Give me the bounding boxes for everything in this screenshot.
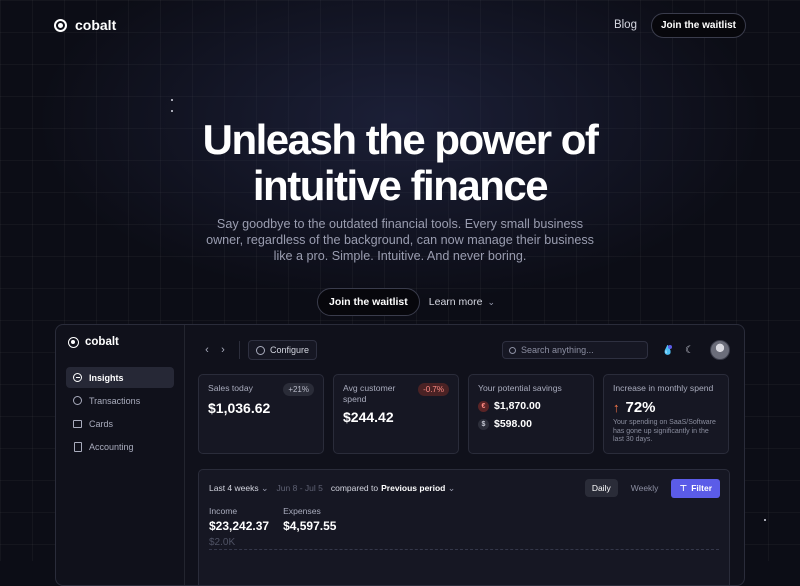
hero-title-line-1: Unleash the power of xyxy=(202,116,599,163)
sidebar-item-label: Transactions xyxy=(89,395,141,406)
back-arrow-icon[interactable]: ‹ xyxy=(199,344,215,356)
income-stat: Income $23,242.37 xyxy=(209,506,269,533)
date-range: Jun 8 - Jul 5 xyxy=(276,483,323,493)
sidebar-nav: Insights Transactions Cards Accounting xyxy=(66,367,174,459)
hero-subtitle: Say goodbye to the outdated financial to… xyxy=(206,217,594,263)
chart-gridline xyxy=(209,549,719,550)
card-label: Increase in monthly spend xyxy=(613,383,714,393)
card-value: $1,036.62 xyxy=(208,400,271,416)
app-preview-window: cobalt Insights Transactions Cards Accou… xyxy=(55,324,745,586)
card-note: Your spending on SaaS/Software has gone … xyxy=(613,419,716,443)
increase-value-row: ↑ 72% xyxy=(613,399,719,416)
income-expenses-panel: Last 4 weeks ⌄ Jun 8 - Jul 5 compared to… xyxy=(198,469,730,585)
app-brand-name: cobalt xyxy=(85,336,119,348)
configure-label: Configure xyxy=(270,345,310,355)
card-icon xyxy=(73,419,82,428)
savings-value: $598.00 xyxy=(494,418,532,430)
brand-logo[interactable]: cobalt xyxy=(54,17,116,33)
learn-more-label: Learn more xyxy=(428,296,483,308)
hero-title: Unleash the power of intuitive finance xyxy=(0,117,800,209)
avatar[interactable] xyxy=(710,340,730,360)
card-label: Avg customer spend xyxy=(343,383,396,404)
comparison-select[interactable]: Previous period ⌄ xyxy=(378,483,455,494)
chevron-down-icon: ⌄ xyxy=(447,482,456,493)
sidebar-item-transactions[interactable]: Transactions xyxy=(66,390,174,411)
filter-label: Filter xyxy=(691,483,712,493)
euro-coin-icon: € xyxy=(478,400,489,412)
dollar-coin-icon: $ xyxy=(478,418,489,430)
nav-join-waitlist-button[interactable]: Join the waitlist xyxy=(650,12,746,38)
change-badge: +21% xyxy=(283,383,314,396)
app-toolbar: ‹ › Configure Search anything... 💧 ☾ xyxy=(199,339,730,361)
hero-cta-group: Join the waitlist Learn more ⌄ xyxy=(317,288,495,316)
toolbar-divider xyxy=(239,341,240,359)
range-label: Last 4 weeks xyxy=(209,482,259,493)
sidebar-item-label: Cards xyxy=(89,418,114,429)
app-main: ‹ › Configure Search anything... 💧 ☾ Sal… xyxy=(185,325,744,585)
search-placeholder: Search anything... xyxy=(521,345,594,355)
star-dot xyxy=(171,99,173,101)
change-badge: -0.7% xyxy=(418,383,449,396)
blog-link[interactable]: Blog xyxy=(614,19,637,31)
savings-row-usd: $ $598.00 xyxy=(478,418,584,430)
configure-button[interactable]: Configure xyxy=(248,340,318,360)
expenses-stat: Expenses $4,597.55 xyxy=(283,506,336,533)
card-value: 72% xyxy=(625,399,656,416)
notification-drop-icon[interactable]: 💧 xyxy=(662,344,673,355)
hero-title-line-2: intuitive finance xyxy=(252,162,549,209)
compared-to-label: compared to xyxy=(330,483,379,493)
sidebar-item-accounting[interactable]: Accounting xyxy=(66,436,174,457)
comparison-period: Previous period xyxy=(381,482,446,493)
granularity-toggle: Daily Weekly ⊤ Filter xyxy=(584,478,720,498)
sidebar-item-cards[interactable]: Cards xyxy=(66,413,174,434)
monthly-spend-increase-card[interactable]: Increase in monthly spend ↑ 72% Your spe… xyxy=(603,374,729,454)
potential-savings-card[interactable]: Your potential savings € $1,870.00 $ $59… xyxy=(468,374,594,454)
range-select[interactable]: Last 4 weeks ⌄ xyxy=(209,483,269,494)
transactions-icon xyxy=(73,396,82,405)
sales-today-card[interactable]: Sales today +21% $1,036.62 xyxy=(198,374,324,454)
stat-value: $23,242.37 xyxy=(209,519,270,533)
forward-arrow-icon[interactable]: › xyxy=(215,344,231,356)
top-nav: cobalt Blog Join the waitlist xyxy=(54,12,746,38)
kpi-cards: Sales today +21% $1,036.62 Avg customer … xyxy=(198,374,729,454)
panel-stats: Income $23,242.37 Expenses $4,597.55 xyxy=(209,506,336,533)
star-dot xyxy=(171,110,173,112)
document-icon xyxy=(73,441,82,452)
hero-join-waitlist-button[interactable]: Join the waitlist xyxy=(317,288,420,316)
brand-name: cobalt xyxy=(75,17,117,33)
stat-label: Expenses xyxy=(283,506,321,516)
y-axis-tick: $2.0K xyxy=(209,537,236,548)
app-sidebar: cobalt Insights Transactions Cards Accou… xyxy=(56,325,185,585)
filter-button[interactable]: ⊤ Filter xyxy=(671,478,720,498)
savings-value: $1,870.00 xyxy=(494,400,541,412)
stat-label: Income xyxy=(209,506,238,516)
filter-icon: ⊤ xyxy=(679,482,688,493)
arrow-up-icon: ↑ xyxy=(613,400,620,415)
star-dot xyxy=(764,519,766,521)
insights-icon xyxy=(73,373,82,382)
weekly-tab[interactable]: Weekly xyxy=(624,479,666,497)
panel-controls: Last 4 weeks ⌄ Jun 8 - Jul 5 compared to… xyxy=(209,478,720,498)
chevron-down-icon: ⌄ xyxy=(487,296,496,307)
learn-more-button[interactable]: Learn more ⌄ xyxy=(429,296,495,308)
gear-icon xyxy=(256,345,265,355)
app-brand[interactable]: cobalt xyxy=(68,336,119,348)
savings-row-eur: € $1,870.00 xyxy=(478,400,584,412)
sidebar-item-label: Insights xyxy=(89,372,124,383)
search-icon xyxy=(509,346,517,354)
cobalt-logo-icon xyxy=(68,336,79,348)
moon-icon[interactable]: ☾ xyxy=(685,345,694,356)
avg-customer-spend-card[interactable]: Avg customer spend -0.7% $244.42 xyxy=(333,374,459,454)
sidebar-item-label: Accounting xyxy=(89,441,134,452)
stat-value: $4,597.55 xyxy=(283,519,337,533)
sidebar-item-insights[interactable]: Insights xyxy=(66,367,174,388)
card-label: Your potential savings xyxy=(478,383,562,393)
search-input[interactable]: Search anything... xyxy=(502,341,649,359)
chevron-down-icon: ⌄ xyxy=(261,482,269,493)
cobalt-logo-icon xyxy=(54,18,67,32)
card-value: $244.42 xyxy=(343,409,394,425)
daily-tab[interactable]: Daily xyxy=(584,479,618,497)
